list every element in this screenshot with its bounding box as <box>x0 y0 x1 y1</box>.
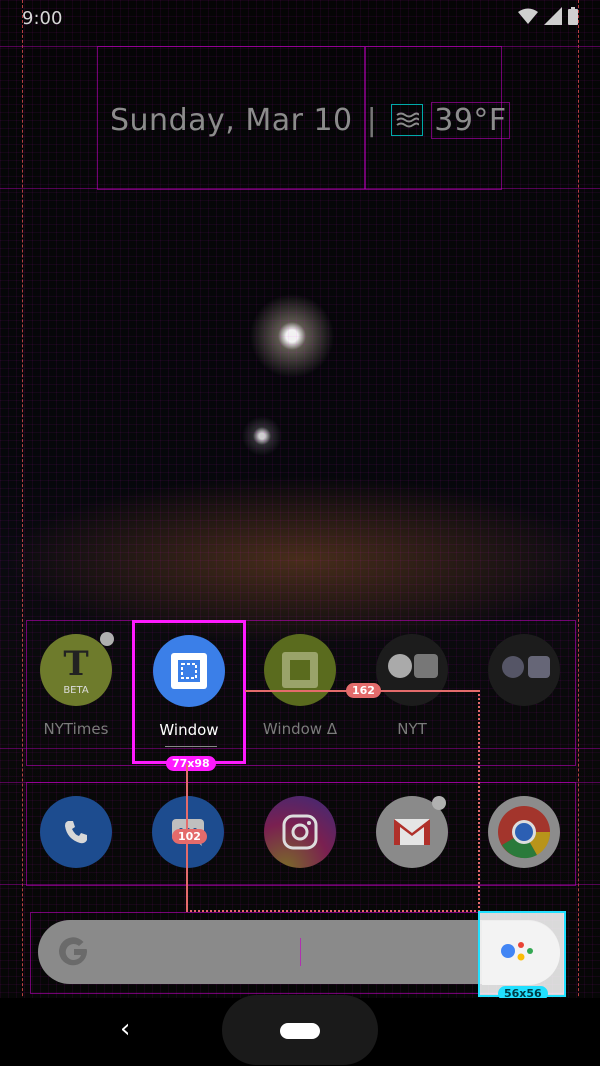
distance-badge-horizontal: 162 <box>346 683 381 698</box>
status-icons <box>518 7 578 25</box>
date-weather-widget[interactable]: Sunday, Mar 10 | 39°F <box>110 100 510 140</box>
phone-icon[interactable] <box>40 796 112 868</box>
folder-label: NYT <box>397 720 427 738</box>
status-bar: 9:00 <box>0 0 600 36</box>
vertical-dotted-measure <box>478 690 480 912</box>
home-pill-icon[interactable] <box>280 1023 320 1039</box>
app-label: Window <box>159 721 219 739</box>
right-guide <box>578 0 579 1066</box>
folder-google[interactable] <box>468 622 580 762</box>
clock: 9:00 <box>22 8 63 29</box>
window-app-icon <box>153 635 225 707</box>
google-apps-folder-icon <box>488 634 560 706</box>
google-assistant-icon <box>501 942 533 961</box>
back-icon[interactable]: ‹ <box>120 1014 130 1044</box>
left-guide <box>22 0 23 1066</box>
home-screen: 9:00 Sunday, Mar 10 | 39°F T BETA NYTime… <box>0 0 600 1066</box>
app-nytimes[interactable]: T BETA NYTimes <box>20 622 132 762</box>
notification-dot <box>100 632 114 646</box>
chrome-icon[interactable] <box>488 796 560 868</box>
gmail-icon[interactable] <box>376 796 448 868</box>
app-label: NYTimes <box>43 720 109 738</box>
assistant-selection[interactable] <box>478 911 566 997</box>
instagram-icon[interactable] <box>264 796 336 868</box>
google-g-icon <box>56 934 92 970</box>
selection-size-badge: 77x98 <box>166 756 216 771</box>
nytimes-beta-icon: T BETA <box>40 632 114 706</box>
assistant-button[interactable] <box>482 921 560 985</box>
signal-icon <box>544 7 562 25</box>
widget-separator: | <box>366 102 378 138</box>
app-window-selected[interactable]: Window <box>132 620 246 764</box>
horizontal-dotted-measure <box>186 910 480 912</box>
fog-weather-icon <box>391 104 424 136</box>
notification-dot <box>432 796 446 810</box>
wifi-icon <box>518 8 538 24</box>
distance-badge-vertical: 102 <box>172 829 207 844</box>
battery-icon <box>568 7 578 25</box>
window-delta-icon <box>264 634 336 706</box>
beta-label: BETA <box>63 685 89 696</box>
date-text[interactable]: Sunday, Mar 10 <box>110 103 353 138</box>
app-window-delta[interactable]: Window Δ <box>244 622 356 762</box>
temperature-text[interactable]: 39°F <box>431 101 510 139</box>
app-label: Window Δ <box>262 720 338 738</box>
nyt-folder-icon <box>376 634 448 706</box>
search-cursor <box>300 938 301 966</box>
